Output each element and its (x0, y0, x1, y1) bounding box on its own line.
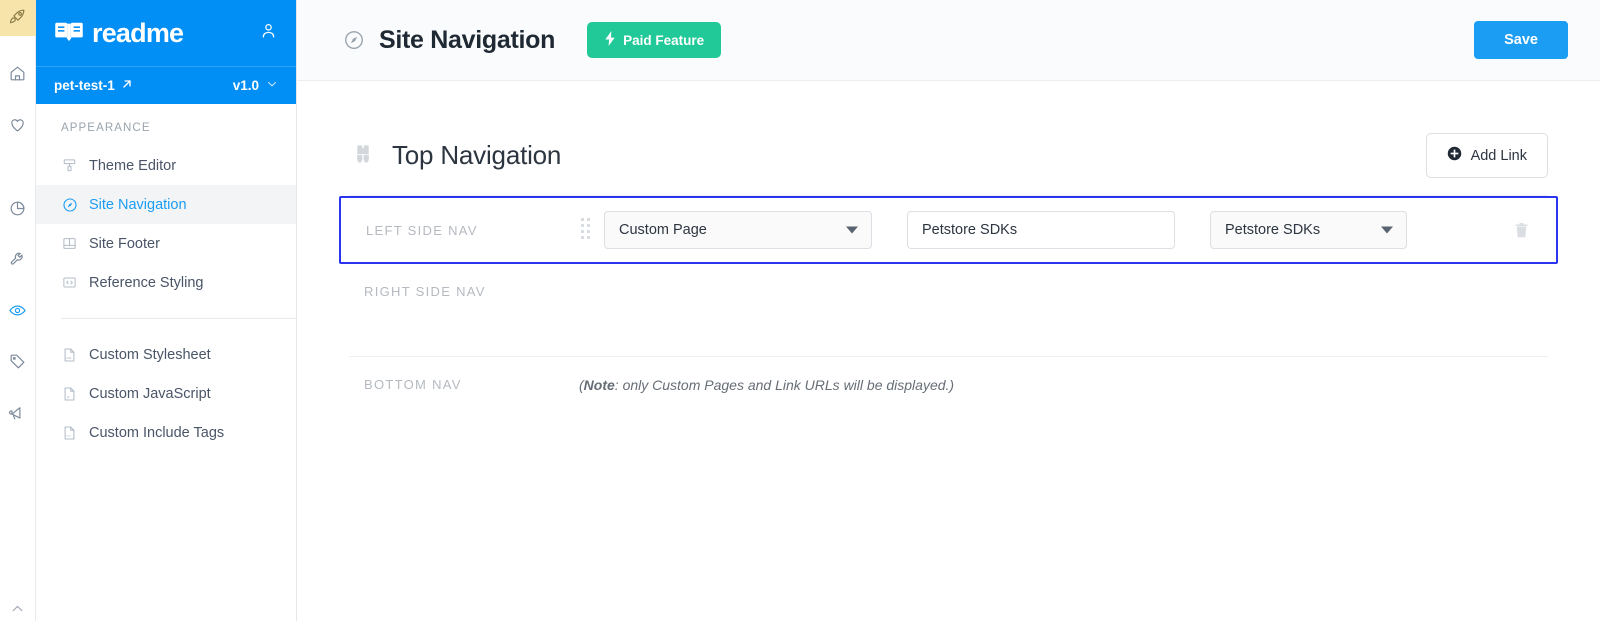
page-content: Top Navigation Add Link Left S (297, 81, 1600, 621)
paint-roller-icon (61, 157, 78, 174)
brand-name: readme (92, 17, 184, 48)
link-target-value: Petstore SDKs (1225, 222, 1321, 238)
sidebar-item-label: Site Navigation (89, 196, 187, 213)
link-target-select[interactable]: Petstore SDKs (1210, 211, 1407, 249)
nav-group-row: Right Side Nav (339, 264, 1558, 356)
page-header: Site Navigation Paid Feature Save (297, 0, 1600, 81)
home-icon (8, 64, 27, 88)
version-label: v1.0 (232, 78, 259, 93)
status-badge-label: Paid Feature (623, 32, 705, 48)
brand-header: readme (36, 0, 296, 66)
chevron-down-icon (266, 78, 278, 93)
sidebar-item-label: Site Footer (89, 235, 160, 252)
rail-item-home[interactable] (0, 58, 36, 94)
rail-item-favorites[interactable] (0, 109, 36, 145)
nav-group-row: Bottom Nav (Note: only Custom Pages and … (339, 357, 1558, 413)
tag-icon (8, 352, 27, 376)
external-link-arrow-icon (121, 78, 133, 93)
nav-group-label: Bottom Nav (364, 377, 462, 392)
rail-item-tags[interactable] (0, 346, 36, 382)
nav-group-right-side: Right Side Nav (339, 264, 1558, 356)
add-link-button[interactable]: Add Link (1425, 133, 1548, 178)
sidebar-item-label: Custom Stylesheet (89, 346, 211, 363)
sidebar: readme pet-test-1 v1.0 APPEARANCE Theme … (36, 0, 297, 621)
link-label-input[interactable] (907, 211, 1175, 249)
nav-link-row: Custom Page Petstore SDKs (581, 211, 1530, 249)
file-code-icon: </> (61, 424, 78, 441)
circle-plus-icon (1447, 146, 1462, 165)
section-title: Top Navigation (392, 140, 562, 170)
add-link-label: Add Link (1470, 147, 1527, 164)
sidebar-item-custom-stylesheet[interactable]: css Custom Stylesheet (36, 335, 296, 374)
project-name-label: pet-test-1 (54, 78, 115, 93)
sidebar-item-label: Theme Editor (89, 157, 177, 174)
rail-item-partial-bottom[interactable] (0, 593, 36, 621)
rail-item-appearance[interactable] (0, 295, 36, 331)
rail-item-settings[interactable] (0, 244, 36, 280)
drag-grip-icon[interactable] (581, 218, 591, 242)
chevron-down-icon (1381, 226, 1393, 234)
file-css-icon: css (61, 346, 78, 363)
sidebar-item-theme-editor[interactable]: Theme Editor (36, 146, 296, 185)
status-badge: Paid Feature (587, 22, 722, 58)
pie-chart-icon (8, 199, 27, 223)
compass-icon (343, 29, 365, 51)
sidebar-item-reference-styling[interactable]: Reference Styling (36, 263, 296, 302)
delete-link-button[interactable] (1513, 222, 1530, 239)
app-window: readme pet-test-1 v1.0 APPEARANCE Theme … (0, 0, 1600, 621)
project-bar: pet-test-1 v1.0 (36, 66, 296, 104)
code-brackets-icon (61, 274, 78, 291)
version-selector[interactable]: v1.0 (233, 78, 278, 93)
note-bold: Note (583, 377, 615, 393)
svg-text:css: css (66, 356, 71, 360)
icon-rail (0, 0, 36, 621)
compass-icon (61, 196, 78, 213)
rocket-icon (8, 6, 28, 31)
heart-icon (8, 115, 27, 139)
section-header: Top Navigation Add Link (339, 133, 1558, 178)
sidebar-section-title: Appearance (61, 122, 151, 134)
bottom-nav-note: (Note: only Custom Pages and Link URLs w… (579, 377, 954, 393)
page-header-left: Site Navigation Paid Feature (343, 22, 722, 58)
project-link[interactable]: pet-test-1 (54, 78, 133, 93)
sidebar-nav: Appearance Theme Editor (36, 104, 296, 452)
sidebar-item-label: Reference Styling (89, 274, 204, 291)
sidebar-item-label: Custom Include Tags (89, 424, 225, 441)
sidebar-item-label: Custom JavaScript (89, 385, 211, 402)
rail-item-announcements[interactable] (0, 397, 36, 433)
footer-layout-icon (61, 235, 78, 252)
book-icon (54, 20, 84, 47)
rail-item-metrics[interactable] (0, 193, 36, 229)
page-title: Site Navigation (379, 25, 556, 54)
sidebar-item-site-navigation[interactable]: Site Navigation (36, 185, 296, 224)
nav-group-left-side: Left Side Nav Custom Page P (339, 196, 1558, 264)
chevron-up-icon (9, 600, 26, 621)
main-area: Site Navigation Paid Feature Save Top Na… (297, 0, 1600, 621)
rail-item-rocket[interactable] (0, 0, 36, 36)
svg-text:</>: </> (66, 434, 71, 438)
link-type-select[interactable]: Custom Page (604, 211, 872, 249)
file-js-icon: js (61, 385, 78, 402)
note-rest: : only Custom Pages and Link URLs will b… (614, 377, 955, 393)
link-type-value: Custom Page (619, 222, 707, 238)
nav-group-label: Right Side Nav (364, 284, 486, 299)
lightning-bolt-icon (604, 31, 616, 49)
sidebar-item-custom-include-tags[interactable]: </> Custom Include Tags (36, 413, 296, 452)
sidebar-divider (61, 318, 296, 319)
brand-logo[interactable]: readme (54, 17, 184, 48)
eye-icon (8, 301, 27, 325)
nav-group-row: Left Side Nav Custom Page P (341, 198, 1556, 262)
binoculars-icon (349, 142, 377, 170)
sidebar-item-site-footer[interactable]: Site Footer (36, 224, 296, 263)
person-icon[interactable] (259, 21, 278, 45)
save-button[interactable]: Save (1474, 21, 1568, 59)
svg-text:js: js (66, 395, 70, 399)
nav-group-label: Left Side Nav (366, 222, 478, 238)
sidebar-item-custom-javascript[interactable]: js Custom JavaScript (36, 374, 296, 413)
wrench-icon (8, 250, 27, 274)
chevron-down-icon (846, 226, 858, 234)
megaphone-icon (8, 403, 27, 427)
nav-group-bottom: Bottom Nav (Note: only Custom Pages and … (339, 357, 1558, 413)
